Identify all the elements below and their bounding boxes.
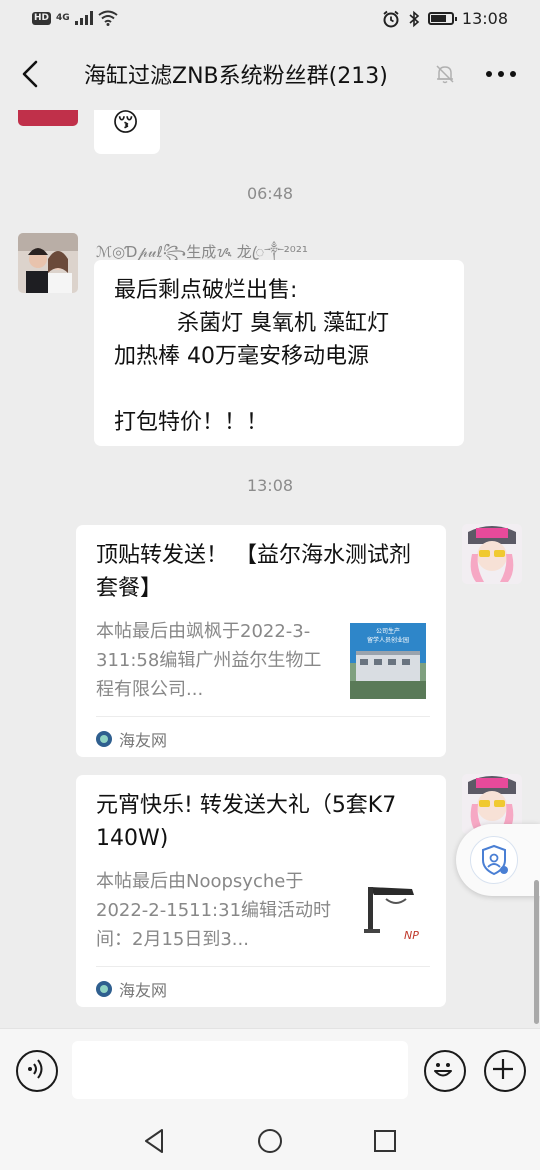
back-arrow-icon <box>22 60 38 88</box>
message-text: 最后剩点破烂出售: 杀菌灯 臭氧机 藻缸灯 加热棒 40万毫安移动电源 打包特价… <box>114 278 389 435</box>
voice-button[interactable] <box>16 1050 58 1092</box>
status-bar: HD 4G 13:08 <box>0 0 540 38</box>
card-divider <box>96 966 430 967</box>
alarm-icon <box>383 10 399 27</box>
message-input[interactable] <box>72 1041 408 1099</box>
sender-avatar[interactable] <box>18 233 78 293</box>
scrollbar[interactable] <box>534 880 539 1024</box>
triangle-back-icon <box>145 1129 163 1153</box>
emoji-message-bubble[interactable]: 😚 <box>94 110 160 154</box>
card-thumbnail: 公司生产 留学人员创业园 <box>350 623 426 699</box>
network-badge: HD <box>32 11 52 25</box>
system-home-button[interactable] <box>255 1126 285 1156</box>
card-divider <box>96 716 430 717</box>
wifi-icon <box>98 10 118 26</box>
card-description: 本帖最后由飒枫于2022-3-311:58编辑广州益尔生物工程有限公司... <box>96 621 322 700</box>
more-dots-icon <box>486 71 516 77</box>
thumb-caption: 留学人员创业园 <box>367 636 409 644</box>
card-title: 元宵快乐! 转发送大礼（5套K7 140W) <box>96 793 397 851</box>
system-recents-button[interactable] <box>370 1126 400 1156</box>
square-recents-icon <box>374 1130 396 1152</box>
status-right: 13:08 <box>382 9 508 28</box>
more-button[interactable] <box>484 60 518 88</box>
card-description: 本帖最后由Noopsyche于2022-2-1511:31编辑活动时间：2月15… <box>96 871 332 950</box>
plus-icon <box>493 1059 513 1079</box>
bluetooth-icon <box>409 10 420 27</box>
signal-icon <box>74 11 93 25</box>
text-message-bubble[interactable]: 最后剩点破烂出售: 杀菌灯 臭氧机 藻缸灯 加热棒 40万毫安移动电源 打包特价… <box>94 260 464 446</box>
chat-title: 海缸过滤ZNB系统粉丝群(213) <box>84 64 388 89</box>
own-avatar[interactable] <box>462 524 522 584</box>
kiss-emoji: 😚 <box>112 110 140 138</box>
battery-icon <box>427 12 457 25</box>
card-thumbnail: NP <box>350 873 426 949</box>
sender-avatar[interactable] <box>18 110 78 126</box>
system-back-button[interactable] <box>140 1126 170 1156</box>
emoji-button[interactable] <box>424 1050 466 1092</box>
card-title: 顶贴转发送！ 【益尔海水测试剂套餐】 <box>96 543 411 601</box>
voice-icon <box>28 1059 43 1079</box>
input-bar <box>0 1028 540 1111</box>
bell-muted-icon <box>434 63 456 85</box>
back-button[interactable] <box>14 54 50 94</box>
system-nav-bar <box>0 1110 540 1170</box>
status-left: HD 4G <box>32 10 118 26</box>
link-card-message[interactable]: 元宵快乐! 转发送大礼（5套K7 140W) 本帖最后由Noopsyche于20… <box>76 775 446 1007</box>
floating-shortcut-button[interactable] <box>456 824 540 896</box>
chat-message-list[interactable]: 😚 06:48 ℳ◎Ɗ𝓅𝓊ℓ꧂生成ᝰ 龙ꦿ༒²⁰²¹ 最后剩点破烂出售: 杀菌灯… <box>0 110 540 1028</box>
shield-icon <box>470 836 518 884</box>
link-card-message[interactable]: 顶贴转发送！ 【益尔海水测试剂套餐】 本帖最后由飒枫于2022-3-311:58… <box>76 525 446 757</box>
message-timestamp: 06:48 <box>246 184 294 203</box>
source-logo-icon <box>96 981 112 997</box>
message-timestamp: 13:08 <box>246 476 294 495</box>
card-source: 海友网 <box>96 977 167 1001</box>
thumb-caption: 公司生产 <box>376 627 400 635</box>
card-source-label: 海友网 <box>119 981 168 1000</box>
card-source-label: 海友网 <box>119 731 168 750</box>
thumb-logo-text: NP <box>404 929 419 942</box>
card-source: 海友网 <box>96 727 167 751</box>
status-time: 13:08 <box>461 9 508 28</box>
signal-label: 4G <box>56 13 70 23</box>
circle-home-icon <box>258 1129 282 1153</box>
chat-header: 海缸过滤ZNB系统粉丝群(213) <box>0 38 540 110</box>
emoji-smile-icon <box>434 1063 452 1077</box>
source-logo-icon <box>96 731 112 747</box>
more-functions-button[interactable] <box>484 1050 526 1092</box>
